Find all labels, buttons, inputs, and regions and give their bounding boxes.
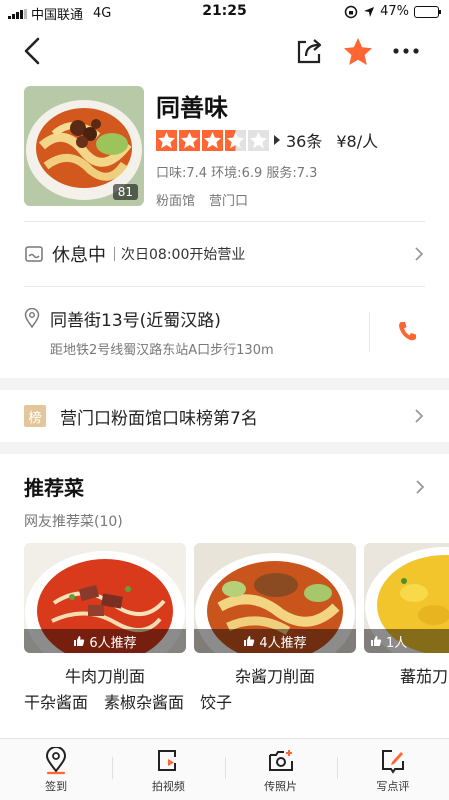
- recommend-count-badge: 4人推荐: [194, 629, 356, 653]
- tab-checkin[interactable]: 签到: [0, 739, 112, 800]
- rank-text: 营门口粉面馆口味榜第7名: [60, 408, 258, 429]
- divider: [24, 221, 425, 222]
- more-dots-icon[interactable]: [390, 36, 422, 66]
- tab-label: 拍视频: [151, 780, 185, 793]
- dish-carousel[interactable]: 6人推荐 牛肉刀削面 4人推荐 杂酱刀削面 1人 蕃茄刀: [24, 543, 449, 688]
- section-gap: [0, 442, 449, 454]
- recommend-count: 6人推荐: [89, 635, 137, 651]
- dish-name: 杂酱刀削面: [234, 667, 315, 686]
- location-pin-icon: [24, 308, 40, 328]
- write-review-icon: [381, 750, 404, 774]
- status-bar: 中国联通 4G 21:25 47%: [0, 0, 449, 24]
- recommend-count-badge: 6人推荐: [24, 629, 186, 653]
- nav-bar: [0, 30, 449, 74]
- more-dishes-list: 干杂酱面 素椒杂酱面 饺子: [24, 689, 232, 713]
- bottom-action-bar: 签到 拍视频 传照片 写点评: [0, 738, 449, 800]
- dish-photo: 4人推荐: [194, 543, 356, 653]
- recommend-count-badge: 1人: [364, 629, 449, 653]
- hours-row[interactable]: 休息中 次日08:00开始营业: [24, 232, 428, 276]
- dish-chip[interactable]: 干杂酱面: [24, 689, 88, 713]
- section-gap: [0, 378, 449, 390]
- open-time: 次日08:00开始营业: [121, 247, 246, 263]
- tab-photo[interactable]: 传照片: [224, 739, 337, 800]
- dish-card[interactable]: 6人推荐 牛肉刀削面: [24, 543, 186, 687]
- dish-name: 蕃茄刀: [400, 667, 449, 686]
- recommend-count: 4人推荐: [259, 635, 307, 651]
- star-icon[interactable]: [342, 36, 374, 68]
- dish-chip[interactable]: 素椒杂酱面: [104, 689, 184, 713]
- business-status: 休息中: [52, 245, 106, 266]
- address-row[interactable]: 同善街13号(近蜀汉路) 距地铁2号线蜀汉路东站A口步行130m: [24, 302, 428, 372]
- avg-price: ¥8/人: [336, 132, 379, 151]
- rating-star-icon: [202, 129, 223, 151]
- tag-area[interactable]: 营门口: [209, 190, 248, 209]
- tab-review[interactable]: 写点评: [336, 739, 449, 800]
- rating-star-icon: [179, 129, 200, 151]
- tab-label: 签到: [45, 780, 68, 793]
- hours-icon: [25, 246, 43, 262]
- chevron-right-icon: [415, 247, 424, 261]
- share-icon[interactable]: [294, 36, 324, 66]
- recommend-subtitle: 网友推荐菜(10): [24, 514, 123, 530]
- dish-name: 牛肉刀削面: [64, 667, 145, 686]
- shop-name: 同善味: [156, 94, 228, 122]
- street-address: 同善街13号(近蜀汉路): [50, 311, 221, 331]
- thumbs-up-icon: [371, 636, 382, 646]
- dish-card[interactable]: 4人推荐 杂酱刀削面: [194, 543, 356, 687]
- camera-icon: [268, 750, 293, 771]
- dish-chip[interactable]: 饺子: [200, 689, 232, 713]
- chevron-right-icon: [415, 409, 424, 423]
- rating-caret-icon: [274, 135, 280, 145]
- battery-percent: 47%: [380, 4, 409, 19]
- battery-icon: [414, 5, 441, 18]
- status-right: 47%: [344, 4, 441, 19]
- chevron-right-icon[interactable]: [415, 479, 425, 495]
- lock-rotation-icon: [344, 5, 358, 18]
- rating-star-icon: [225, 129, 246, 151]
- review-count: 36条: [286, 132, 323, 151]
- rank-badge: 榜: [24, 405, 46, 427]
- rating-star-icon: [248, 129, 269, 151]
- rating-row[interactable]: 36条 ¥8/人: [156, 128, 378, 152]
- phone-icon[interactable]: [397, 320, 417, 342]
- checkin-pin-icon: [46, 747, 67, 775]
- thumbs-up-icon: [244, 636, 255, 646]
- tag-category[interactable]: 粉面馆: [156, 190, 195, 209]
- recommend-count: 1人: [386, 635, 408, 651]
- separator: [114, 247, 115, 261]
- recommend-title[interactable]: 推荐菜: [24, 472, 84, 501]
- shop-photo[interactable]: 81: [24, 86, 144, 206]
- dish-card[interactable]: 1人 蕃茄刀: [364, 543, 449, 687]
- photo-count-badge: 81: [112, 184, 138, 200]
- shop-header: 81 同善味 36条 ¥8/人 口味:7.4 环境:6.9 服务:7.3 粉面馆…: [24, 86, 424, 209]
- dish-photo: 1人: [364, 543, 449, 653]
- separator: [369, 312, 370, 352]
- thumbs-up-icon: [74, 636, 85, 646]
- tab-label: 传照片: [264, 780, 298, 793]
- tab-video[interactable]: 拍视频: [112, 739, 224, 800]
- star-rating: [156, 129, 269, 151]
- tab-label: 写点评: [376, 780, 410, 793]
- location-arrow-icon: [364, 6, 375, 17]
- back-arrow-icon[interactable]: [18, 36, 48, 66]
- divider: [24, 286, 425, 287]
- shop-tags: 粉面馆 营门口: [156, 190, 248, 209]
- dish-photo: 6人推荐: [24, 543, 186, 653]
- video-icon: [158, 750, 177, 771]
- ranking-row[interactable]: 榜 营门口粉面馆口味榜第7名: [24, 396, 428, 436]
- rating-star-icon: [156, 129, 177, 151]
- sub-scores: 口味:7.4 环境:6.9 服务:7.3: [156, 166, 318, 181]
- metro-distance: 距地铁2号线蜀汉路东站A口步行130m: [50, 343, 274, 358]
